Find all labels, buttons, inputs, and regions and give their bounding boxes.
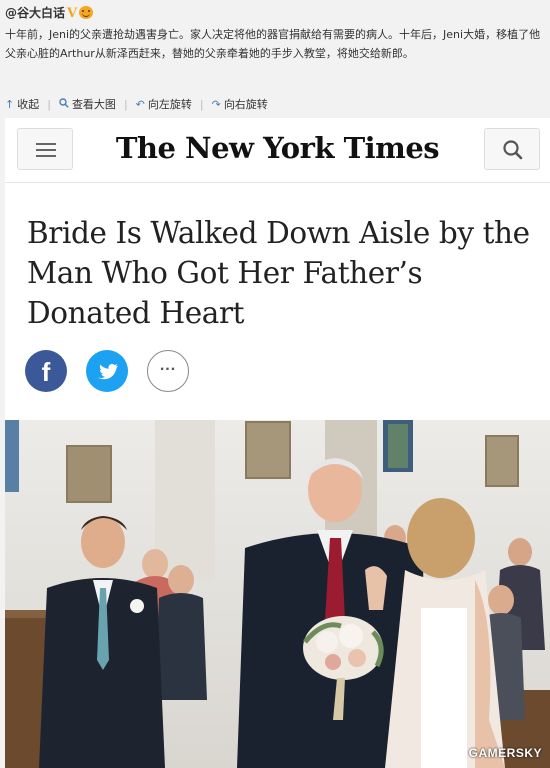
more-options-icon: ... — [159, 357, 177, 374]
collapse-icon: ↑ — [5, 97, 15, 111]
twitter-icon — [97, 364, 118, 380]
facebook-icon: f — [41, 357, 51, 387]
divider: | — [199, 97, 204, 111]
view-large-image-button[interactable]: 查看大图 — [59, 96, 116, 112]
rotate-left-button[interactable]: ↶ 向左旋转 — [136, 96, 192, 112]
rotate-right-icon: ↷ — [211, 97, 221, 111]
embedded-article-screenshot: The New York Times Bride Is Walked Down … — [5, 118, 550, 768]
rotate-right-button[interactable]: ↷ 向右旋转 — [212, 96, 268, 112]
wedding-photo: GAMERSKY — [5, 420, 550, 768]
magnify-icon — [59, 97, 69, 111]
rotate-left-label: 向左旋转 — [147, 98, 192, 111]
nyt-header: The New York Times — [5, 118, 550, 183]
weibo-post: @谷大白话 V 十年前，Jeni的父亲遭抢劫遇害身亡。家人决定将他的器官捐献给有需… — [0, 0, 550, 118]
nyt-logo[interactable]: The New York Times — [5, 131, 550, 165]
collapse-button[interactable]: ↑ 收起 — [5, 96, 39, 112]
facebook-share-button[interactable]: f — [25, 350, 67, 392]
divider: | — [47, 97, 51, 111]
divider: | — [123, 97, 128, 111]
search-icon — [503, 140, 523, 160]
search-button[interactable] — [484, 128, 540, 170]
view-large-label: 查看大图 — [71, 98, 116, 111]
collapse-label: 收起 — [17, 98, 40, 111]
post-text: 十年前，Jeni的父亲遭抢劫遇害身亡。家人决定将他的器官捐献给有需要的病人。十年… — [5, 28, 541, 60]
image-toolbar: ↑ 收起 | 查看大图 | ↶ 向左旋转 | ↷ 向右旋转 — [5, 96, 268, 112]
post-author[interactable]: @谷大白话 V — [5, 4, 94, 21]
gamersky-watermark: GAMERSKY — [468, 746, 542, 760]
more-share-button[interactable]: ... — [147, 350, 189, 392]
rotate-right-label: 向右旋转 — [223, 98, 268, 111]
wedding-photo-illustration — [5, 420, 550, 768]
rotate-left-icon: ↶ — [135, 97, 145, 111]
twitter-share-button[interactable] — [86, 350, 128, 392]
article-headline: Bride Is Walked Down Aisle by the Man Wh… — [27, 216, 530, 330]
author-name[interactable]: @谷大白话 — [5, 6, 65, 20]
emoji-icon — [79, 6, 94, 19]
verified-badge-icon: V — [67, 6, 78, 21]
